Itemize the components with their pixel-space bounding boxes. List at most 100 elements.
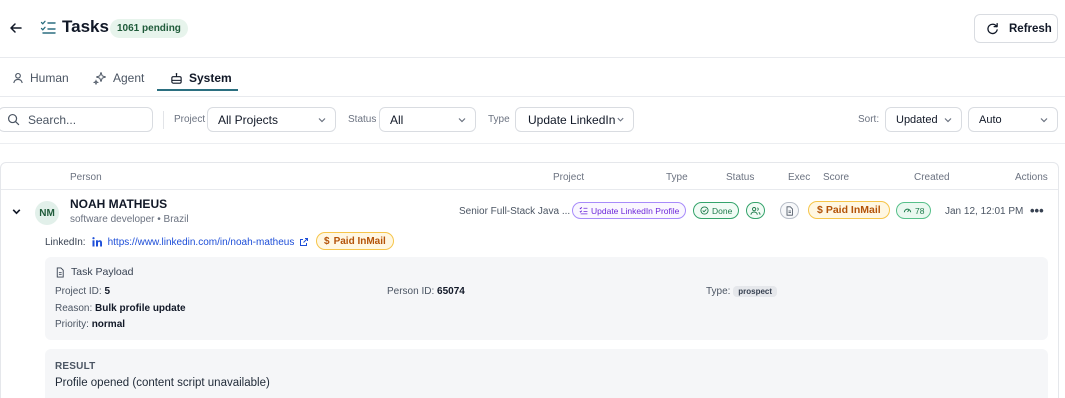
priority-label: Priority:: [55, 319, 89, 330]
check-circle-icon: [700, 206, 709, 215]
reason-value: Bulk profile update: [95, 303, 186, 314]
list-check-icon: [579, 206, 588, 215]
result-panel: [45, 349, 1048, 398]
reason-label: Reason:: [55, 303, 93, 314]
column-header-score[interactable]: Score: [823, 172, 849, 183]
users-icon: [750, 206, 761, 216]
back-arrow-icon[interactable]: [6, 18, 26, 38]
chevron-down-icon: [943, 115, 953, 125]
tab-system-label: System: [189, 71, 232, 85]
tabs-divider: [0, 96, 1065, 97]
sort-select[interactable]: Updated: [885, 107, 962, 132]
document-icon: [55, 266, 65, 278]
project-id-field: Project ID: 5: [55, 286, 110, 297]
auto-select-value: Auto: [979, 113, 1002, 126]
project-id-value: 5: [104, 286, 111, 297]
linkedin-paid-inmail-badge: $ Paid InMail: [316, 232, 394, 250]
sort-label: Sort:: [858, 114, 880, 125]
project-select-value: All Projects: [218, 112, 279, 127]
column-header-exec[interactable]: Exec: [788, 172, 810, 183]
more-actions-button[interactable]: •••: [1030, 203, 1044, 218]
search-input[interactable]: Search...: [0, 107, 153, 132]
list-check-icon: [40, 19, 56, 35]
status-badge: Done: [693, 202, 740, 219]
chevron-down-icon: [616, 115, 625, 124]
person-id-field: Person ID: 65074: [387, 286, 465, 297]
type-badge-label: Update LinkedIn Profile: [591, 205, 680, 216]
chevron-down-icon: [317, 115, 327, 125]
robot-icon: [170, 72, 183, 85]
tab-system[interactable]: System: [170, 70, 232, 86]
linkedin-row: LinkedIn: https://www.linkedin.com/in/no…: [45, 234, 309, 250]
linkedin-badge-label: Paid InMail: [333, 235, 386, 247]
linkedin-url-link[interactable]: https://www.linkedin.com/in/noah-matheus: [108, 237, 295, 248]
sort-select-value: Updated: [896, 113, 938, 126]
page-title: Tasks: [62, 17, 109, 36]
status-select[interactable]: All: [379, 107, 476, 132]
status-select-value: All: [390, 112, 404, 127]
payload-type-label: Type:: [706, 286, 731, 298]
task-payload-panel: [45, 257, 1048, 340]
row-expand-chevron-icon[interactable]: [11, 206, 22, 217]
score-value-badge: 78: [896, 202, 932, 219]
column-header-created[interactable]: Created: [914, 172, 950, 183]
dollar-icon: $: [324, 235, 330, 247]
task-payload-title: Task Payload: [55, 266, 133, 278]
task-payload-title-label: Task Payload: [71, 266, 134, 278]
project-cell: Senior Full-Stack Java ...: [459, 206, 571, 217]
linkedin-icon: [91, 236, 103, 248]
type-badge: Update LinkedIn Profile: [572, 202, 687, 219]
linkedin-label: LinkedIn:: [45, 236, 86, 248]
column-header-person[interactable]: Person: [70, 172, 102, 183]
refresh-icon: [986, 22, 999, 35]
column-header-actions: Actions: [1015, 172, 1048, 183]
result-text: Profile opened (content script unavailab…: [55, 377, 270, 389]
table-header-divider: [1, 189, 1058, 190]
created-timestamp: Jan 12, 12:01 PM: [945, 206, 1024, 217]
avatar: NM: [35, 201, 59, 225]
type-select[interactable]: Update LinkedIn...: [515, 107, 634, 132]
dollar-icon: $: [817, 204, 823, 216]
score-badge-label: Paid InMail: [825, 204, 881, 216]
column-header-status[interactable]: Status: [726, 172, 754, 183]
person-id-label: Person ID:: [387, 286, 435, 297]
reason-field: Reason: Bulk profile update: [55, 303, 186, 314]
priority-field: Priority: normal: [55, 319, 125, 330]
score-value: 78: [915, 205, 925, 216]
project-filter-label: Project: [174, 114, 206, 125]
gauge-icon: [903, 206, 912, 215]
pending-count-badge: 1061 pending: [110, 19, 188, 38]
view-document-button[interactable]: [780, 202, 799, 219]
header-divider: [0, 57, 1065, 58]
priority-value: normal: [91, 319, 126, 330]
filters-divider: [0, 143, 1065, 144]
person-icon: [12, 72, 24, 84]
payload-type-tag: prospect: [733, 286, 778, 297]
tab-human[interactable]: Human: [12, 70, 69, 86]
type-filter-label: Type: [488, 114, 510, 125]
person-subtitle: software developer • Brazil: [70, 214, 189, 225]
person-name[interactable]: NOAH MATHEUS: [70, 197, 167, 211]
chevron-down-icon: [457, 115, 467, 125]
result-title: RESULT: [55, 361, 96, 372]
column-header-project[interactable]: Project: [553, 172, 584, 183]
auto-refresh-select[interactable]: Auto: [968, 107, 1058, 132]
refresh-button[interactable]: Refresh: [974, 14, 1058, 43]
project-select[interactable]: All Projects: [207, 107, 336, 132]
project-id-label: Project ID:: [55, 286, 102, 297]
tab-human-label: Human: [30, 71, 69, 85]
score-badge-paid-inmail: $ Paid InMail: [808, 201, 890, 219]
external-link-icon[interactable]: [299, 237, 309, 247]
column-header-type[interactable]: Type: [666, 172, 688, 183]
exec-agent-button[interactable]: [746, 202, 765, 219]
filter-separator: [163, 111, 164, 129]
payload-type-field: Type: prospect: [706, 286, 778, 298]
status-filter-label: Status: [348, 114, 377, 125]
tab-agent[interactable]: Agent: [93, 70, 144, 86]
type-select-value: Update LinkedIn...: [528, 112, 616, 127]
search-icon: [7, 113, 20, 126]
search-placeholder: Search...: [28, 112, 77, 127]
chevron-down-icon: [1039, 115, 1049, 125]
active-tab-indicator: [157, 89, 238, 91]
person-id-value: 65074: [437, 286, 465, 297]
